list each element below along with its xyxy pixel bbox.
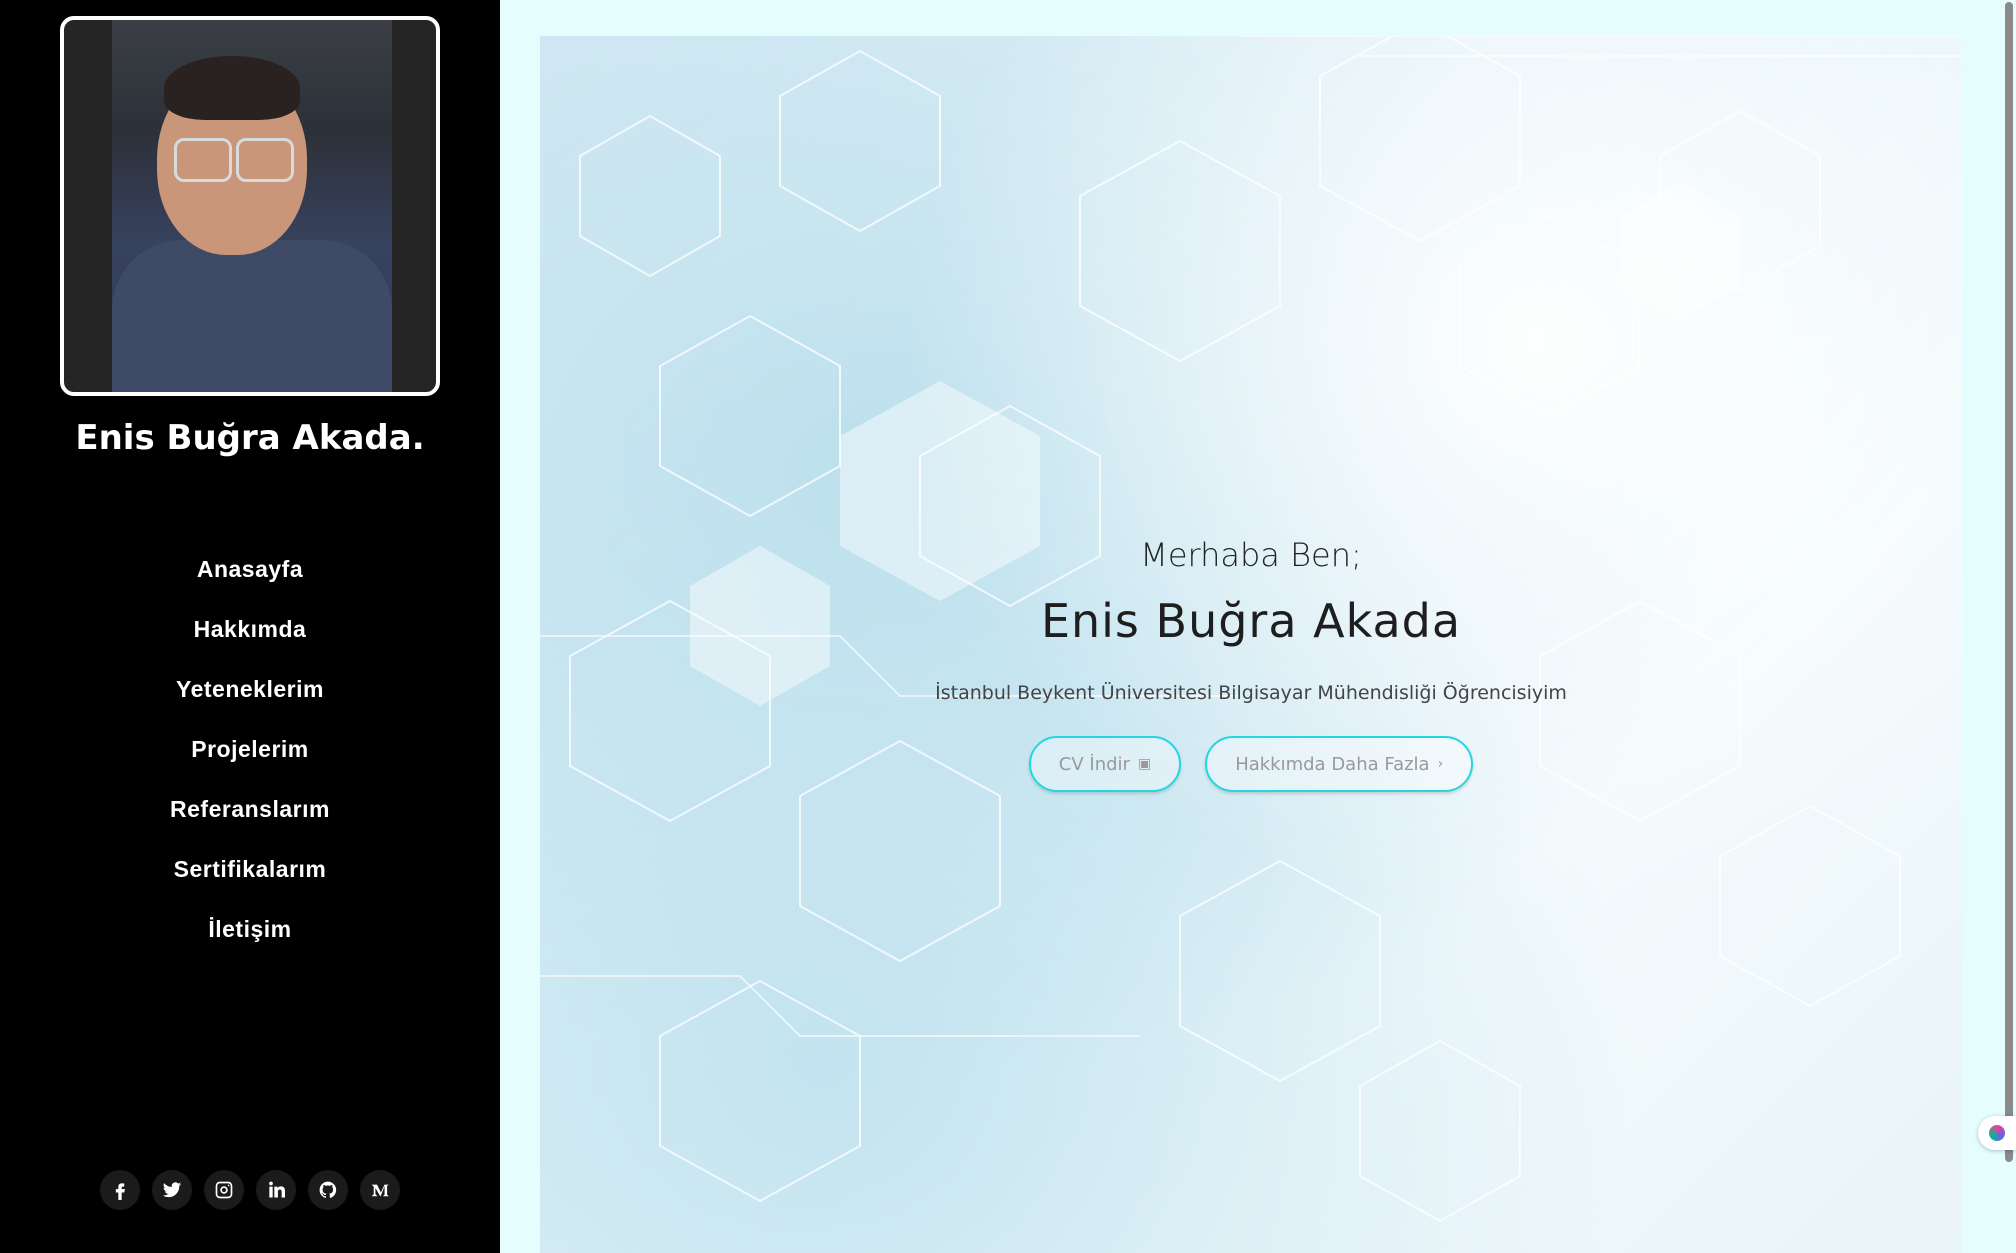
nav-item-iletisim[interactable]: İletişim xyxy=(0,916,500,976)
cv-download-button[interactable]: CV İndir ▣ xyxy=(1028,736,1182,792)
hero-greeting: Merhaba Ben; xyxy=(1140,536,1362,574)
extension-icon xyxy=(1989,1125,2005,1141)
floating-widget-button[interactable] xyxy=(1978,1116,2016,1150)
nav-item-hakkimda[interactable]: Hakkımda xyxy=(0,616,500,676)
sidebar-nav: Anasayfa Hakkımda Yeteneklerim Projeleri… xyxy=(0,556,500,976)
hero-content: Merhaba Ben; Enis Buğra Akada İstanbul B… xyxy=(540,536,1962,792)
nav-item-anasayfa[interactable]: Anasayfa xyxy=(0,556,500,616)
chevron-right-icon: › xyxy=(1437,756,1444,772)
nav-item-projelerim[interactable]: Projelerim xyxy=(0,736,500,796)
nav-item-referanslarim[interactable]: Referanslarım xyxy=(0,796,500,856)
hero-buttons: CV İndir ▣ Hakkımda Daha Fazla › xyxy=(540,736,1962,792)
hero-section: Merhaba Ben; Enis Buğra Akada İstanbul B… xyxy=(540,36,1962,1253)
cv-download-label: CV İndir xyxy=(1058,753,1130,775)
nav-item-sertifikalarim[interactable]: Sertifikalarım xyxy=(0,856,500,916)
hero-name: Enis Buğra Akada xyxy=(1040,594,1462,648)
sidebar-name: Enis Buğra Akada. xyxy=(75,418,425,458)
profile-photo-frame xyxy=(60,16,440,396)
profile-photo xyxy=(112,20,392,392)
scrollbar-thumb[interactable] xyxy=(2005,2,2013,1162)
medium-icon[interactable] xyxy=(360,1170,400,1210)
facebook-icon[interactable] xyxy=(100,1170,140,1210)
nav-item-yeteneklerim[interactable]: Yeteneklerim xyxy=(0,676,500,736)
scrollbar[interactable] xyxy=(2002,0,2016,1253)
github-icon[interactable] xyxy=(308,1170,348,1210)
twitter-icon[interactable] xyxy=(152,1170,192,1210)
more-about-label: Hakkımda Daha Fazla xyxy=(1235,753,1430,775)
sidebar: Enis Buğra Akada. Anasayfa Hakkımda Yete… xyxy=(0,0,500,1253)
instagram-icon[interactable] xyxy=(204,1170,244,1210)
linkedin-icon[interactable] xyxy=(256,1170,296,1210)
social-links xyxy=(0,1170,500,1210)
more-about-button[interactable]: Hakkımda Daha Fazla › xyxy=(1205,736,1474,792)
hero-tagline: İstanbul Beykent Üniversitesi Bilgisayar… xyxy=(935,682,1567,704)
file-download-icon: ▣ xyxy=(1137,756,1152,772)
